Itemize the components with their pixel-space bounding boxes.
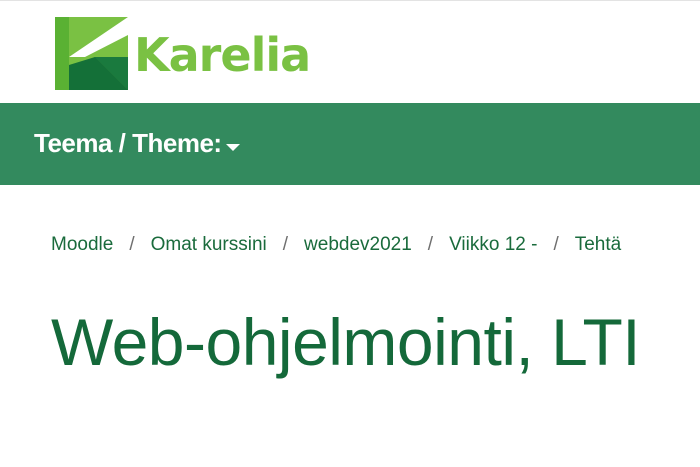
theme-dropdown-toggle[interactable]: Teema / Theme:	[34, 125, 240, 161]
breadcrumb-item-my-courses[interactable]: Omat kurssini	[151, 234, 267, 256]
site-logo-link[interactable]: Karelia	[55, 16, 355, 91]
breadcrumb-separator: /	[427, 234, 434, 255]
site-header: Karelia	[0, 1, 700, 103]
theme-label: Teema / Theme:	[34, 127, 222, 158]
logo-wordmark: Karelia	[134, 27, 311, 82]
theme-navbar: Teema / Theme:	[0, 103, 700, 185]
breadcrumb-separator: /	[129, 234, 135, 255]
breadcrumb-item-course[interactable]: webdev2021	[304, 234, 412, 256]
breadcrumb-item-week[interactable]: Viikko 12 -	[449, 234, 537, 256]
caret-down-icon	[225, 143, 240, 151]
breadcrumb: Moodle / Omat kurssini / webdev2021 / Vi…	[51, 234, 621, 256]
page-title: Web-ohjelmointi, LTI	[51, 305, 641, 379]
breadcrumb-item-moodle[interactable]: Moodle	[51, 234, 113, 256]
breadcrumb-separator: /	[553, 234, 559, 255]
breadcrumb-separator: /	[282, 234, 289, 255]
karelia-logo-icon	[55, 17, 128, 90]
breadcrumb-item-assignment[interactable]: Tehtä	[575, 234, 621, 256]
